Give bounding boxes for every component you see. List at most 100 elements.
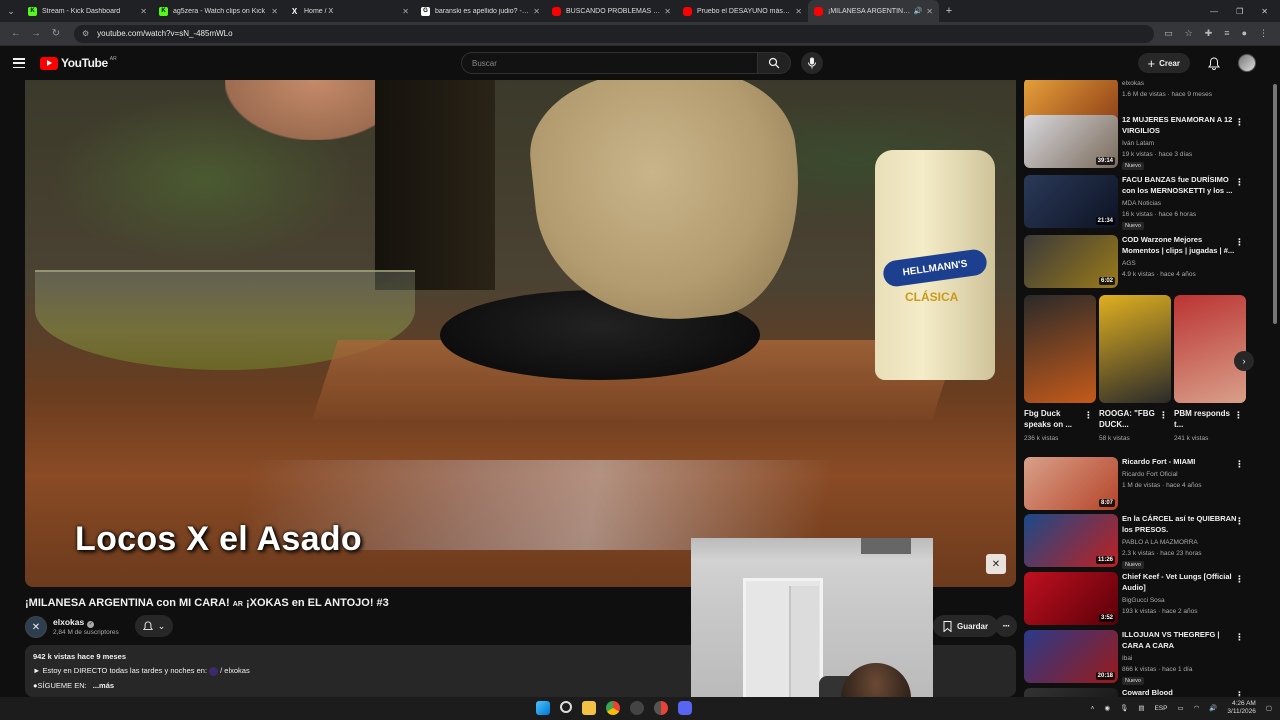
video-thumbnail[interactable]: 8:07 — [1024, 457, 1118, 510]
video-thumbnail[interactable]: 6:02 — [1024, 235, 1118, 288]
page-scrollbar[interactable] — [1273, 80, 1278, 697]
taskbar-search-icon[interactable] — [560, 701, 572, 713]
notifications-bell-icon[interactable] — [1208, 56, 1220, 70]
recommended-video[interactable]: 8:07 Ricardo Fort - MIAMI ⋮ Ricardo Fort Of… — [1024, 457, 1254, 513]
language-indicator[interactable]: ESP — [1154, 705, 1167, 712]
tab-close-icon[interactable]: ✕ — [533, 7, 540, 16]
short-options-icon[interactable]: ⋮ — [1084, 410, 1093, 421]
browser-menu-icon[interactable]: ⋮ — [1259, 28, 1268, 39]
scrollbar-thumb[interactable] — [1273, 84, 1277, 324]
subscription-bell-button[interactable]: ⌄ — [135, 615, 173, 637]
video-thumbnail[interactable]: 20:18 — [1024, 630, 1118, 683]
recommended-channel[interactable]: elxokas — [1122, 80, 1144, 87]
recommended-channel[interactable]: AGS — [1122, 260, 1136, 267]
twitch-link[interactable]: / elxokas — [220, 666, 250, 675]
windows-start-icon[interactable] — [536, 701, 550, 715]
browser-tab[interactable]: X Home / X ✕ — [284, 0, 415, 22]
voice-search-button[interactable] — [801, 52, 823, 74]
browser-tab[interactable]: ¡MILANESA ARGENTINA co 🔊 ✕ — [808, 0, 939, 22]
recommended-video[interactable]: 20:18 ILLOJUAN VS THEGREFG | CARA A CARA ⋮… — [1024, 630, 1254, 686]
recommended-channel[interactable]: PABLO A LA MAZMORRA — [1122, 539, 1198, 546]
recommended-video[interactable]: 11:26 En la CÁRCEL así te QUIEBRAN los PR… — [1024, 514, 1254, 570]
tab-close-icon[interactable]: ✕ — [140, 7, 147, 16]
taskbar-clock[interactable]: 4:26 AM 3/11/2026 — [1227, 700, 1255, 716]
short-options-icon[interactable]: ⋮ — [1159, 410, 1168, 421]
tab-close-icon[interactable]: ✕ — [795, 7, 802, 16]
recommended-video[interactable]: 21:34 FACU BANZAS fue DURÍSIMO con los ME… — [1024, 175, 1254, 231]
video-options-icon[interactable]: ⋮ — [1235, 459, 1244, 470]
recommended-video[interactable]: 39:14 12 MUJERES ENAMORAN A 12 VIRGILIOS ⋮… — [1024, 115, 1254, 171]
chrome-icon[interactable] — [606, 701, 620, 715]
short-title[interactable]: ROOGA: "FBG DUCK... — [1099, 408, 1157, 430]
tab-close-icon[interactable]: ✕ — [271, 7, 278, 16]
channel-watermark-icon[interactable]: ✕ — [986, 554, 1006, 574]
shorts-next-button[interactable]: › — [1234, 351, 1254, 371]
recommended-channel[interactable]: Ibai — [1122, 655, 1132, 662]
tray-mic-icon[interactable]: 🎙 — [1120, 704, 1128, 712]
new-tab-button[interactable]: + — [939, 5, 959, 17]
notifications-icon[interactable]: ▢ — [1266, 704, 1272, 712]
recommended-title[interactable]: 12 MUJERES ENAMORAN A 12 VIRGILIOS — [1122, 115, 1240, 136]
browser-tab[interactable]: BUSCANDO PROBLEMAS CON ✕ — [546, 0, 677, 22]
browser-tab[interactable]: Gbaranski es apellido judio? - Bu ✕ — [415, 0, 546, 22]
tab-close-icon[interactable]: ✕ — [664, 7, 671, 16]
video-options-icon[interactable]: ⋮ — [1235, 690, 1244, 697]
short-options-icon[interactable]: ⋮ — [1234, 410, 1243, 421]
tab-search-button[interactable]: ⌄ — [0, 0, 22, 22]
video-thumbnail[interactable]: 11:26 — [1024, 514, 1118, 567]
more-actions-icon[interactable]: ··· — [995, 615, 1017, 637]
tray-app-icon[interactable]: ◉ — [1104, 704, 1110, 712]
obs-icon[interactable] — [630, 701, 644, 715]
restore-icon[interactable]: ❐ — [1236, 7, 1243, 16]
menu-icon[interactable] — [13, 58, 25, 68]
channel-name[interactable]: elxokas ✓ — [53, 617, 95, 628]
minimize-icon[interactable]: — — [1210, 7, 1218, 16]
recommended-channel[interactable]: MDA Noticias — [1122, 200, 1161, 207]
recommended-title[interactable]: COD Warzone Mejores Momentos | clips | j… — [1122, 235, 1240, 256]
browser-tab[interactable]: Pruebo el DESAYUNO más BAR ✕ — [677, 0, 808, 22]
recommended-channel[interactable]: Ricardo Fort Oficial — [1122, 471, 1178, 478]
video-options-icon[interactable]: ⋮ — [1235, 237, 1244, 248]
channel-avatar[interactable]: ✕ — [25, 616, 47, 638]
video-thumbnail[interactable]: 3:52 — [1024, 572, 1118, 625]
close-window-icon[interactable]: ✕ — [1261, 7, 1268, 16]
tray-chevron-icon[interactable]: ˄ — [1091, 705, 1095, 712]
cast-icon[interactable]: ▭ — [1164, 28, 1173, 39]
save-button[interactable]: Guardar — [933, 615, 999, 637]
recommended-title[interactable]: En la CÁRCEL así te QUIEBRAN los PRESOS. — [1122, 514, 1240, 535]
create-button[interactable]: + Crear — [1137, 53, 1190, 73]
video-options-icon[interactable]: ⋮ — [1235, 117, 1244, 128]
video-options-icon[interactable]: ⋮ — [1235, 516, 1244, 527]
search-input[interactable] — [461, 52, 757, 74]
url-field[interactable]: ⚙ youtube.com/watch?v=sN_-485mWLo — [74, 24, 1154, 43]
youtube-logo[interactable]: YouTube AR — [40, 56, 117, 70]
video-options-icon[interactable]: ⋮ — [1235, 632, 1244, 643]
file-explorer-icon[interactable] — [582, 701, 596, 715]
short-title[interactable]: PBM responds t... — [1174, 408, 1232, 430]
user-avatar[interactable] — [1238, 54, 1256, 72]
video-options-icon[interactable]: ⋮ — [1235, 177, 1244, 188]
forward-icon[interactable]: → — [26, 28, 46, 39]
tray-network-icon[interactable]: ▤ — [1138, 704, 1144, 712]
tab-close-icon[interactable]: ✕ — [402, 7, 409, 16]
recommended-title[interactable]: Coward Blood — [1122, 688, 1240, 697]
recommended-title[interactable]: Ricardo Fort - MIAMI — [1122, 457, 1240, 468]
video-thumbnail[interactable]: 21:34 — [1024, 175, 1118, 228]
video-thumbnail[interactable] — [1024, 688, 1118, 697]
recommended-title[interactable]: FACU BANZAS fue DURÍSIMO con los MERNOSK… — [1122, 175, 1240, 196]
recommended-channel[interactable]: BigGucci Sosa — [1122, 597, 1165, 604]
tray-wifi-icon[interactable]: ◠ — [1194, 704, 1200, 712]
tab-close-icon[interactable]: ✕ — [926, 7, 933, 16]
bookmark-star-icon[interactable]: ☆ — [1185, 28, 1193, 39]
recommended-title[interactable]: Chief Keef - Vet Lungs [Official Audio] — [1122, 572, 1240, 593]
browser-tab[interactable]: K Stream - Kick Dashboard ✕ — [22, 0, 153, 22]
site-settings-icon[interactable]: ⚙ — [82, 29, 89, 38]
tray-display-icon[interactable]: ▭ — [1177, 704, 1183, 712]
short-title[interactable]: Fbg Duck speaks on ... — [1024, 408, 1082, 430]
reload-icon[interactable]: ↻ — [46, 28, 66, 39]
video-options-icon[interactable]: ⋮ — [1235, 574, 1244, 585]
tray-volume-icon[interactable]: 🔊 — [1209, 704, 1217, 712]
back-icon[interactable]: ← — [6, 28, 26, 39]
video-player[interactable]: HELLMANN'S CLÁSICA Locos X el Asado ✕ — [25, 80, 1016, 587]
recommended-title[interactable]: ILLOJUAN VS THEGREFG | CARA A CARA — [1122, 630, 1240, 651]
